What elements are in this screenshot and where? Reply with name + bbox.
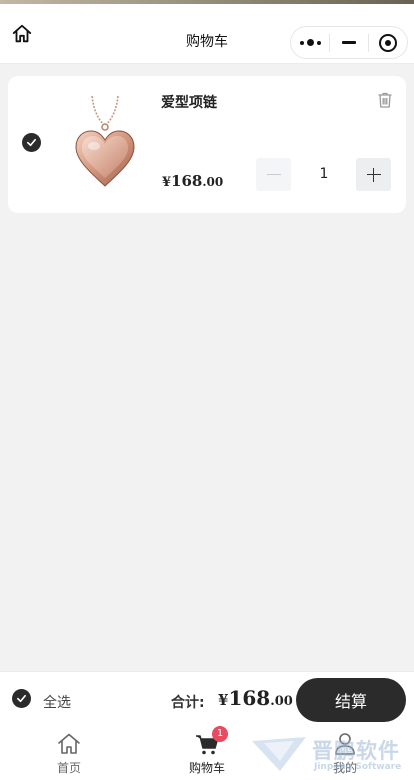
tab-label: 首页 [56,761,81,775]
navigation-bar: 购物车 [0,4,414,64]
item-checkbox[interactable] [22,133,41,152]
tab-home[interactable]: 首页 [24,731,114,776]
check-icon [17,694,26,703]
delete-button[interactable] [376,91,394,109]
checkout-button[interactable]: 结算 [296,678,406,722]
target-icon [378,33,397,52]
close-button[interactable] [369,27,407,58]
tab-label: 购物车 [188,761,225,775]
more-button[interactable] [291,27,329,58]
select-all-label[interactable]: 全选 [43,692,71,712]
watermark-logo: 晋鹏软件 Jinpeng Software [250,733,414,777]
watermark-subtitle: Jinpeng Software [314,762,402,772]
home-icon [58,733,80,754]
minimize-icon [341,41,356,44]
item-price: ¥168.00 [162,172,224,190]
more-dots-icon [299,39,321,46]
bird-logo-icon [252,737,306,771]
quantity-decrease-button[interactable] [256,158,291,191]
tab-cart[interactable]: 1 购物车 [162,726,252,776]
watermark-title: 晋鹏软件 [312,739,400,763]
total-price: ¥168.00 [218,686,293,710]
plus-icon [366,167,381,182]
minimize-button[interactable] [330,27,368,58]
heart-necklace-image[interactable] [70,94,140,192]
quantity-increase-button[interactable] [356,158,391,191]
cart-item-card: 爱型项链 ¥168.00 1 [8,76,406,213]
total-label: 合计: [171,695,205,711]
cart-icon-wrap: 1 [194,726,228,757]
select-all-checkbox[interactable] [12,689,31,708]
quantity-value[interactable]: 1 [304,166,344,182]
check-icon [27,138,36,147]
cart-badge: 1 [212,726,228,742]
checkout-bar: 全选 合计: ¥168.00 结算 [0,671,414,727]
product-name[interactable]: 爱型项链 [161,92,217,112]
mini-program-capsule [290,26,408,59]
trash-icon [378,92,392,108]
